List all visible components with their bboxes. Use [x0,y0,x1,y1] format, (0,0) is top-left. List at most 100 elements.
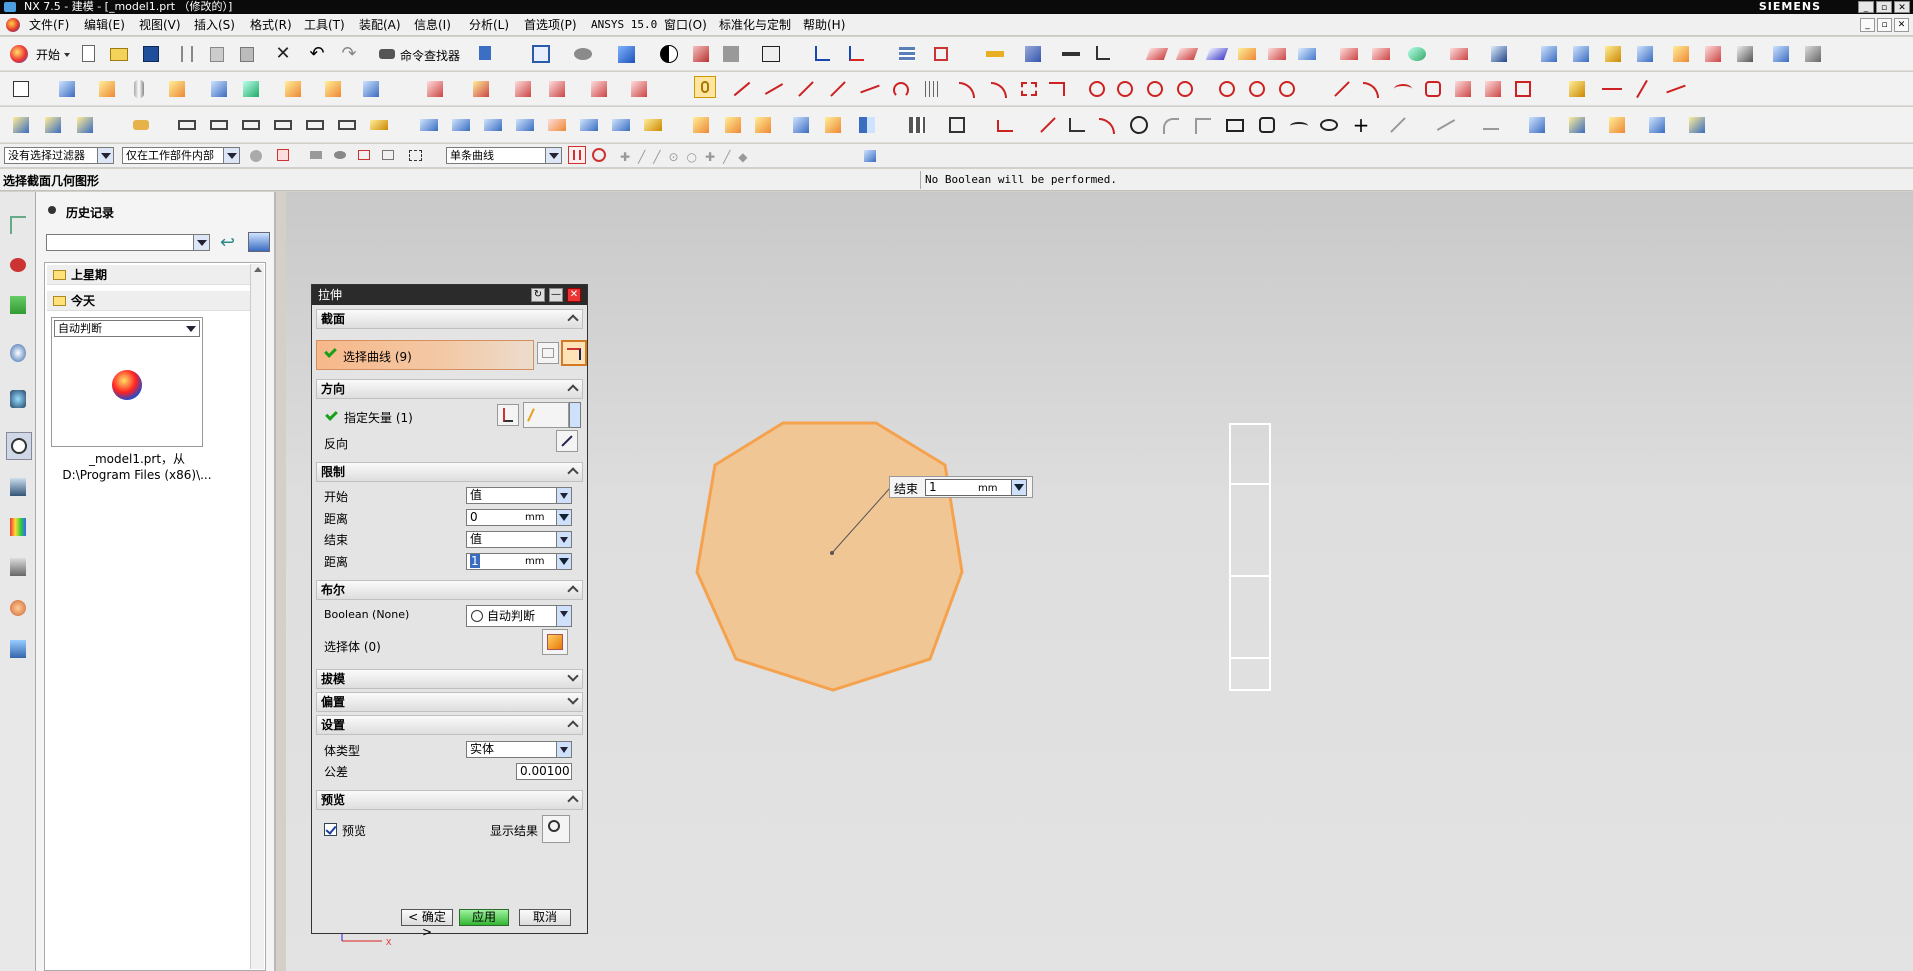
block-icon-5[interactable] [1670,43,1692,65]
assembly-icon-3[interactable] [74,114,96,136]
polygon-icon[interactable] [1256,114,1278,136]
curve-rule-select[interactable]: 单条曲线 [446,147,562,164]
block-icon-9[interactable] [1802,43,1824,65]
fillet-icon[interactable] [1160,114,1182,136]
doc-restore-button[interactable]: ▫ [1877,18,1892,32]
preview-header[interactable]: 预览 [316,790,583,810]
circle-icon-3[interactable] [1144,78,1166,100]
orange-feature-icon-3[interactable] [752,114,774,136]
view-icon-5[interactable] [1686,114,1708,136]
arc-icon-2[interactable] [956,78,978,100]
circle-icon-6[interactable] [1246,78,1268,100]
sketch-arc-icon[interactable] [1096,114,1118,136]
chamfer-icon[interactable] [1192,114,1214,136]
sketch-icon[interactable] [10,78,32,100]
sketch-curve-icon-2[interactable] [208,114,230,136]
start-button[interactable]: 开始 [36,46,60,63]
feature-icon-3[interactable] [240,78,262,100]
menu-tools[interactable]: 工具(T) [304,17,345,33]
snap-icon-5[interactable] [378,145,398,167]
history-group-today[interactable]: 今天 [47,291,253,311]
start-option-select[interactable]: 值 [466,487,572,504]
scroll-up-icon[interactable] [254,267,262,272]
sketch-curve-icon-4[interactable] [272,114,294,136]
surface-blue-icon-2[interactable] [450,114,472,136]
menu-preferences[interactable]: 首选项(P) [524,17,577,33]
feature-icon-11[interactable] [588,78,610,100]
command-finder-icon[interactable] [376,43,398,65]
web-browser-icon[interactable] [6,386,32,414]
trim-icon[interactable] [1018,78,1040,100]
cancel-button[interactable]: 取消 [519,909,571,926]
render-style-icon[interactable] [658,43,680,65]
feature-icon-6[interactable] [360,78,382,100]
spinner-down-icon[interactable] [1011,480,1026,495]
view-icon-2[interactable] [1566,114,1588,136]
open-folder-icon[interactable] [108,43,130,65]
project-icon[interactable] [1452,78,1474,100]
rectangle-outline-icon[interactable] [946,114,968,136]
move-object-icon[interactable] [930,43,952,65]
limits-header[interactable]: 限制 [316,462,583,482]
extrude-icon[interactable] [56,78,78,100]
constraint-navigator-icon[interactable] [6,252,32,280]
vector-dropdown-icon[interactable] [569,402,581,428]
point-line-icon[interactable] [762,78,784,100]
sketch-curve-icon-7[interactable] [368,114,390,136]
command-finder-button[interactable]: 命令查找器 [400,47,460,64]
feature-icon-12[interactable] [628,78,650,100]
box-view-icon[interactable] [690,43,712,65]
extend-icon[interactable] [1046,78,1068,100]
feature-icon-1[interactable] [166,78,188,100]
perp-line-icon[interactable] [826,78,848,100]
redo-icon[interactable]: ↷ [338,43,360,65]
feature-icon-7[interactable] [424,78,446,100]
surface-icon-6[interactable] [1296,43,1318,65]
start-icon[interactable] [10,45,28,63]
line-icon[interactable] [730,78,752,100]
curve-edit-icon-3[interactable] [1630,78,1652,100]
menu-ansys[interactable]: ANSYS 15.0 [591,17,657,33]
orange-feature-icon-1[interactable] [690,114,712,136]
history-back-icon[interactable]: ↩ [220,234,240,252]
selection-settings-icon[interactable] [246,145,266,167]
sketch-circle-icon[interactable] [1128,114,1150,136]
ellipse-icon[interactable] [1318,114,1340,136]
intersect-icon[interactable] [1482,78,1504,100]
block-icon-3[interactable] [1602,43,1624,65]
angle-icon[interactable] [1092,43,1114,65]
mold-icon[interactable] [1488,43,1510,65]
undo-icon[interactable]: ↶ [306,43,328,65]
block-icon-2[interactable] [1570,43,1592,65]
feature-icon-9[interactable] [512,78,534,100]
assembly-navigator-icon[interactable] [6,212,32,240]
scope-select[interactable]: 仅在工作部件内部 [122,147,240,164]
block-icon-8[interactable] [1770,43,1792,65]
body-type-select[interactable]: 实体 [466,741,572,758]
quick-trim-icon[interactable] [1434,114,1456,136]
feature-icon-2[interactable] [208,78,230,100]
paste-icon[interactable] [236,43,258,65]
surface-blue-icon-5[interactable] [546,114,568,136]
collapse-icon[interactable]: — [549,288,563,302]
revolve-icon[interactable] [96,78,118,100]
sketch-line-icon[interactable] [1036,114,1058,136]
arc-icon-4[interactable] [1360,78,1382,100]
snap-icon-3[interactable] [330,145,350,167]
view-icon-4[interactable] [1646,114,1668,136]
follow-fillet-icon[interactable] [590,146,608,164]
block-icon-7[interactable] [1734,43,1756,65]
orange-feature-icon-2[interactable] [722,114,744,136]
menu-file[interactable]: 文件(F) [29,17,69,33]
system-materials-icon[interactable] [6,474,32,502]
stop-at-intersection-icon[interactable] [568,146,586,164]
vector-type-select[interactable] [523,402,569,428]
wcs-icon[interactable] [812,43,834,65]
spline-icon[interactable] [1392,78,1414,100]
maximize-button[interactable]: ▫ [1876,1,1892,13]
menu-analysis[interactable]: 分析(L) [469,17,509,33]
chain-icon[interactable] [694,76,716,98]
view-icon-1[interactable] [1526,114,1548,136]
rect-select-icon[interactable] [406,145,426,167]
ok-button[interactable]: < 确定 > [401,909,453,939]
